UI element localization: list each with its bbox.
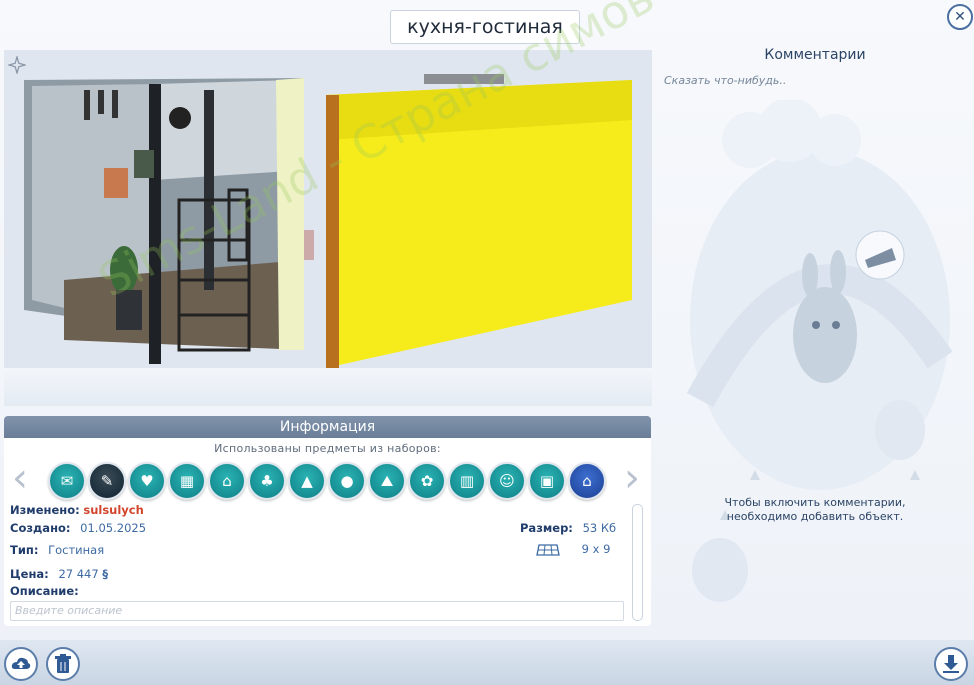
info-header: Информация xyxy=(4,416,651,438)
type-label: Тип: xyxy=(10,543,39,557)
pack-icon[interactable]: ● xyxy=(328,462,366,500)
pack-icon[interactable]: ⛰ xyxy=(368,462,406,500)
delete-button[interactable] xyxy=(46,647,80,681)
note-line-2: необходимо добавить объект. xyxy=(726,510,904,523)
download-button[interactable] xyxy=(934,647,968,681)
description-input[interactable]: Введите описание xyxy=(10,601,624,621)
lot-size-icon xyxy=(536,543,560,556)
simoleon-icon: § xyxy=(102,567,109,581)
price-value: 27 447 xyxy=(58,567,99,581)
info-scrollbar[interactable] xyxy=(632,504,643,621)
price-label: Цена: xyxy=(10,567,49,581)
bottom-toolbar xyxy=(0,640,974,685)
room-preview[interactable] xyxy=(4,50,652,368)
pack-icon[interactable]: ⌂ xyxy=(208,462,246,500)
preview-footer xyxy=(4,368,652,406)
pack-icon[interactable]: ♣ xyxy=(248,462,286,500)
upload-button[interactable] xyxy=(4,647,38,681)
pack-icon[interactable]: ✎ xyxy=(88,462,126,500)
chevron-left-icon[interactable]: ‹ xyxy=(8,458,32,500)
info-panel: Информация Использованы предметы из набо… xyxy=(4,416,651,626)
created-value: 01.05.2025 xyxy=(80,521,147,535)
comment-input[interactable]: Сказать что-нибудь.. xyxy=(664,74,786,87)
pack-carousel: ‹ ✉ ✎ ♥ ▦ ⌂ ♣ ▲ ● ⛰ ✿ ▥ ☺ ▣ ⌂ › xyxy=(4,458,651,502)
pack-icon[interactable]: ☺ xyxy=(488,462,526,500)
trash-icon xyxy=(55,654,71,673)
pack-icon[interactable]: ♥ xyxy=(128,462,166,500)
packs-label: Использованы предметы из наборов: xyxy=(214,442,441,455)
modified-by-link[interactable]: sulsulych xyxy=(83,503,143,517)
pack-icon[interactable]: ▦ xyxy=(168,462,206,500)
close-icon: ✕ xyxy=(954,9,966,25)
dimensions-value: 9 x 9 xyxy=(581,542,611,556)
type-value: Гостиная xyxy=(48,543,105,557)
comments-title: Комментарии xyxy=(764,47,866,63)
close-button[interactable]: ✕ xyxy=(947,4,973,30)
created-label: Создано: xyxy=(10,521,71,535)
cloud-upload-icon xyxy=(11,657,31,669)
description-label: Описание: xyxy=(10,584,79,598)
pack-icon[interactable]: ✿ xyxy=(408,462,446,500)
comments-disabled-note: Чтобы включить комментарии, необходимо д… xyxy=(700,496,930,524)
pack-icon[interactable]: ✉ xyxy=(48,462,86,500)
bunny-illustration xyxy=(686,100,953,602)
pack-icon[interactable]: ▲ xyxy=(288,462,326,500)
room-render-image xyxy=(4,50,652,368)
chevron-right-icon[interactable]: › xyxy=(620,458,644,500)
download-icon xyxy=(943,655,959,673)
pack-icon[interactable]: ▥ xyxy=(448,462,486,500)
pack-icon[interactable]: ⌂ xyxy=(568,462,606,500)
note-line-1: Чтобы включить комментарии, xyxy=(724,496,906,509)
modified-label: Изменено: xyxy=(10,503,80,517)
size-value: 53 Кб xyxy=(582,521,617,535)
size-label: Размер: xyxy=(520,521,573,535)
pack-icon[interactable]: ▣ xyxy=(528,462,566,500)
sparkle-icon[interactable] xyxy=(8,56,26,74)
